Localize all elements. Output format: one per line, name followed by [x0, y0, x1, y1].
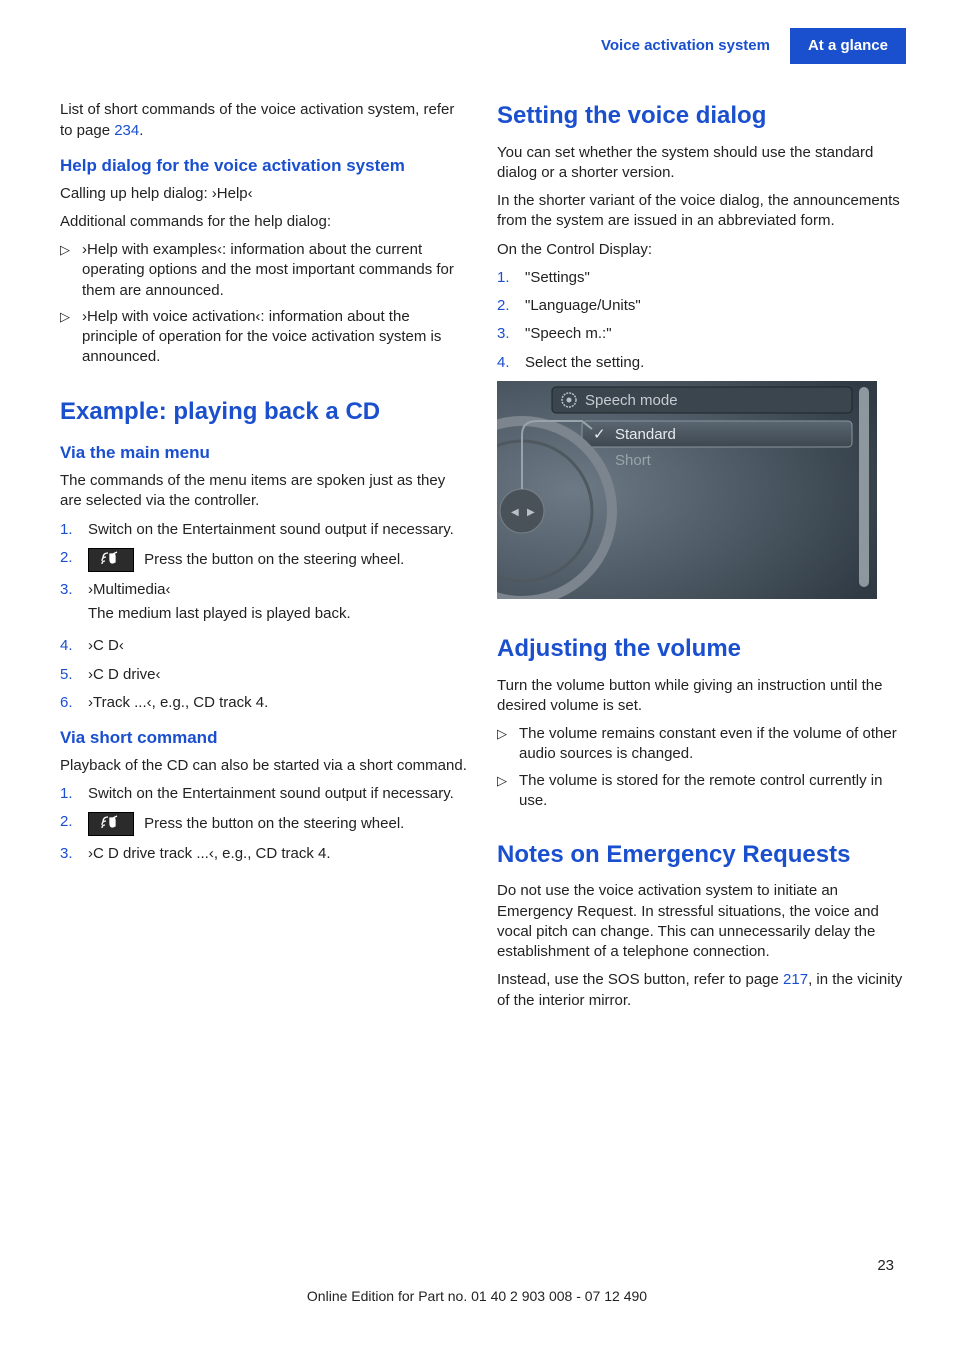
- heading-emergency: Notes on Emergency Requests: [497, 839, 906, 871]
- step-number: 2.: [60, 812, 74, 836]
- page-header: Voice activation system At a glance: [60, 28, 906, 64]
- list-item: ›Help with voice activation‹: informatio…: [60, 307, 469, 368]
- setting-p2: In the shorter variant of the voice dial…: [497, 191, 906, 232]
- step-number: 2.: [60, 548, 74, 572]
- step-text: ›C D drive track ...‹, e.g., CD track 4.: [88, 844, 469, 864]
- intro-paragraph: List of short commands of the voice acti…: [60, 100, 469, 141]
- step-text: "Speech m.:": [525, 324, 906, 344]
- short-command-steps: 1. Switch on the Entertainment sound out…: [60, 784, 469, 865]
- step-text: ›C D drive‹: [88, 665, 469, 685]
- list-item: The volume is stored for the remote cont…: [497, 771, 906, 812]
- step-item: 4. ›C D‹: [60, 636, 469, 656]
- heading-example: Example: playing back a CD: [60, 396, 469, 428]
- step-item: 4. Select the setting.: [497, 353, 906, 373]
- section-name: Voice activation system: [587, 28, 784, 64]
- heading-volume: Adjusting the volume: [497, 633, 906, 665]
- heading-via-main: Via the main menu: [60, 442, 469, 465]
- check-icon: ✓: [593, 426, 606, 443]
- step-text: Press the button on the steering wheel.: [144, 815, 404, 832]
- step-item: 6. ›Track ...‹, e.g., CD track 4.: [60, 693, 469, 713]
- option-short: Short: [615, 452, 652, 469]
- step-text: Select the setting.: [525, 353, 906, 373]
- page-link-217[interactable]: 217: [783, 971, 808, 988]
- step-item: 1. Switch on the Entertainment sound out…: [60, 520, 469, 540]
- notes-p1: Do not use the voice activation system t…: [497, 881, 906, 962]
- step-item: 3. ›C D drive track ...‹, e.g., CD track…: [60, 844, 469, 864]
- step-text: Press the button on the steering wheel.: [144, 551, 404, 568]
- step-item: 1. "Settings": [497, 268, 906, 288]
- step-text: Switch on the Entertainment sound output…: [88, 520, 469, 540]
- step-subtext: The medium last played is played back.: [88, 604, 469, 624]
- list-item-text: The volume is stored for the remote cont…: [519, 771, 906, 812]
- step-number: 6.: [60, 693, 74, 713]
- step-item: 2. "Language/Units": [497, 296, 906, 316]
- step-number: 3.: [60, 580, 74, 629]
- step-text: ›Multimedia‹: [88, 580, 469, 600]
- step-text: ›C D‹: [88, 636, 469, 656]
- step-item: 1. Switch on the Entertainment sound out…: [60, 784, 469, 804]
- step-item: 3. ›Multimedia‹ The medium last played i…: [60, 580, 469, 629]
- voice-button-icon: [88, 548, 134, 572]
- arrow-left-icon: ◀: [511, 507, 519, 518]
- step-number: 1.: [60, 520, 74, 540]
- notes-p2: Instead, use the SOS button, refer to pa…: [497, 970, 906, 1011]
- arrow-right-icon: ▶: [527, 507, 535, 518]
- list-item-text: The volume remains constant even if the …: [519, 724, 906, 765]
- step-text: "Settings": [525, 268, 906, 288]
- help-p2: Additional commands for the help dialog:: [60, 212, 469, 232]
- list-item: The volume remains constant even if the …: [497, 724, 906, 765]
- step-number: 4.: [60, 636, 74, 656]
- step-number: 4.: [497, 353, 511, 373]
- screenshot-title: Speech mode: [585, 392, 678, 409]
- help-bullet-list: ›Help with examples‹: information about …: [60, 240, 469, 368]
- step-number: 5.: [60, 665, 74, 685]
- main-menu-steps: 1. Switch on the Entertainment sound out…: [60, 520, 469, 714]
- control-display-screenshot: Speech mode ✓ Standard Short ◀ ▶: [497, 381, 906, 605]
- volume-bullet-list: The volume remains constant even if the …: [497, 724, 906, 811]
- right-column: Setting the voice dialog You can set whe…: [497, 100, 906, 1019]
- list-item: ›Help with examples‹: information about …: [60, 240, 469, 301]
- option-standard: Standard: [615, 426, 676, 443]
- step-number: 3.: [497, 324, 511, 344]
- intro-text-post: .: [139, 122, 143, 139]
- step-number: 1.: [497, 268, 511, 288]
- footer-line: Online Edition for Part no. 01 40 2 903 …: [0, 1287, 954, 1306]
- step-item: 3. "Speech m.:": [497, 324, 906, 344]
- step-number: 2.: [497, 296, 511, 316]
- voice-button-icon: [88, 812, 134, 836]
- step-number: 3.: [60, 844, 74, 864]
- list-item-text: ›Help with examples‹: information about …: [82, 240, 469, 301]
- step-item: 5. ›C D drive‹: [60, 665, 469, 685]
- step-text: Switch on the Entertainment sound output…: [88, 784, 469, 804]
- left-column: List of short commands of the voice acti…: [60, 100, 469, 1019]
- list-item-text: ›Help with voice activation‹: informatio…: [82, 307, 469, 368]
- page-link-234[interactable]: 234: [114, 122, 139, 139]
- via-main-paragraph: The commands of the menu items are spoke…: [60, 471, 469, 512]
- via-short-paragraph: Playback of the CD can also be started v…: [60, 756, 469, 776]
- volume-paragraph: Turn the volume button while giving an i…: [497, 676, 906, 717]
- page-number: 23: [877, 1256, 894, 1276]
- notes-p2-pre: Instead, use the SOS button, refer to pa…: [497, 971, 783, 988]
- step-number: 1.: [60, 784, 74, 804]
- setting-p3: On the Control Display:: [497, 240, 906, 260]
- heading-setting-voice: Setting the voice dialog: [497, 100, 906, 132]
- step-text: ›Track ...‹, e.g., CD track 4.: [88, 693, 469, 713]
- chapter-name: At a glance: [790, 28, 906, 64]
- step-text: "Language/Units": [525, 296, 906, 316]
- step-body: Press the button on the steering wheel.: [88, 548, 469, 572]
- step-body: ›Multimedia‹ The medium last played is p…: [88, 580, 469, 629]
- step-item: 2. Press the button on the steering whee…: [60, 548, 469, 572]
- heading-via-short: Via short command: [60, 727, 469, 750]
- setting-p1: You can set whether the system should us…: [497, 143, 906, 184]
- heading-help-dialog: Help dialog for the voice activation sys…: [60, 155, 469, 178]
- setting-steps: 1. "Settings" 2. "Language/Units" 3. "Sp…: [497, 268, 906, 373]
- help-p1: Calling up help dialog: ›Help‹: [60, 184, 469, 204]
- step-item: 2. Press the button on the steering whee…: [60, 812, 469, 836]
- step-body: Press the button on the steering wheel.: [88, 812, 469, 836]
